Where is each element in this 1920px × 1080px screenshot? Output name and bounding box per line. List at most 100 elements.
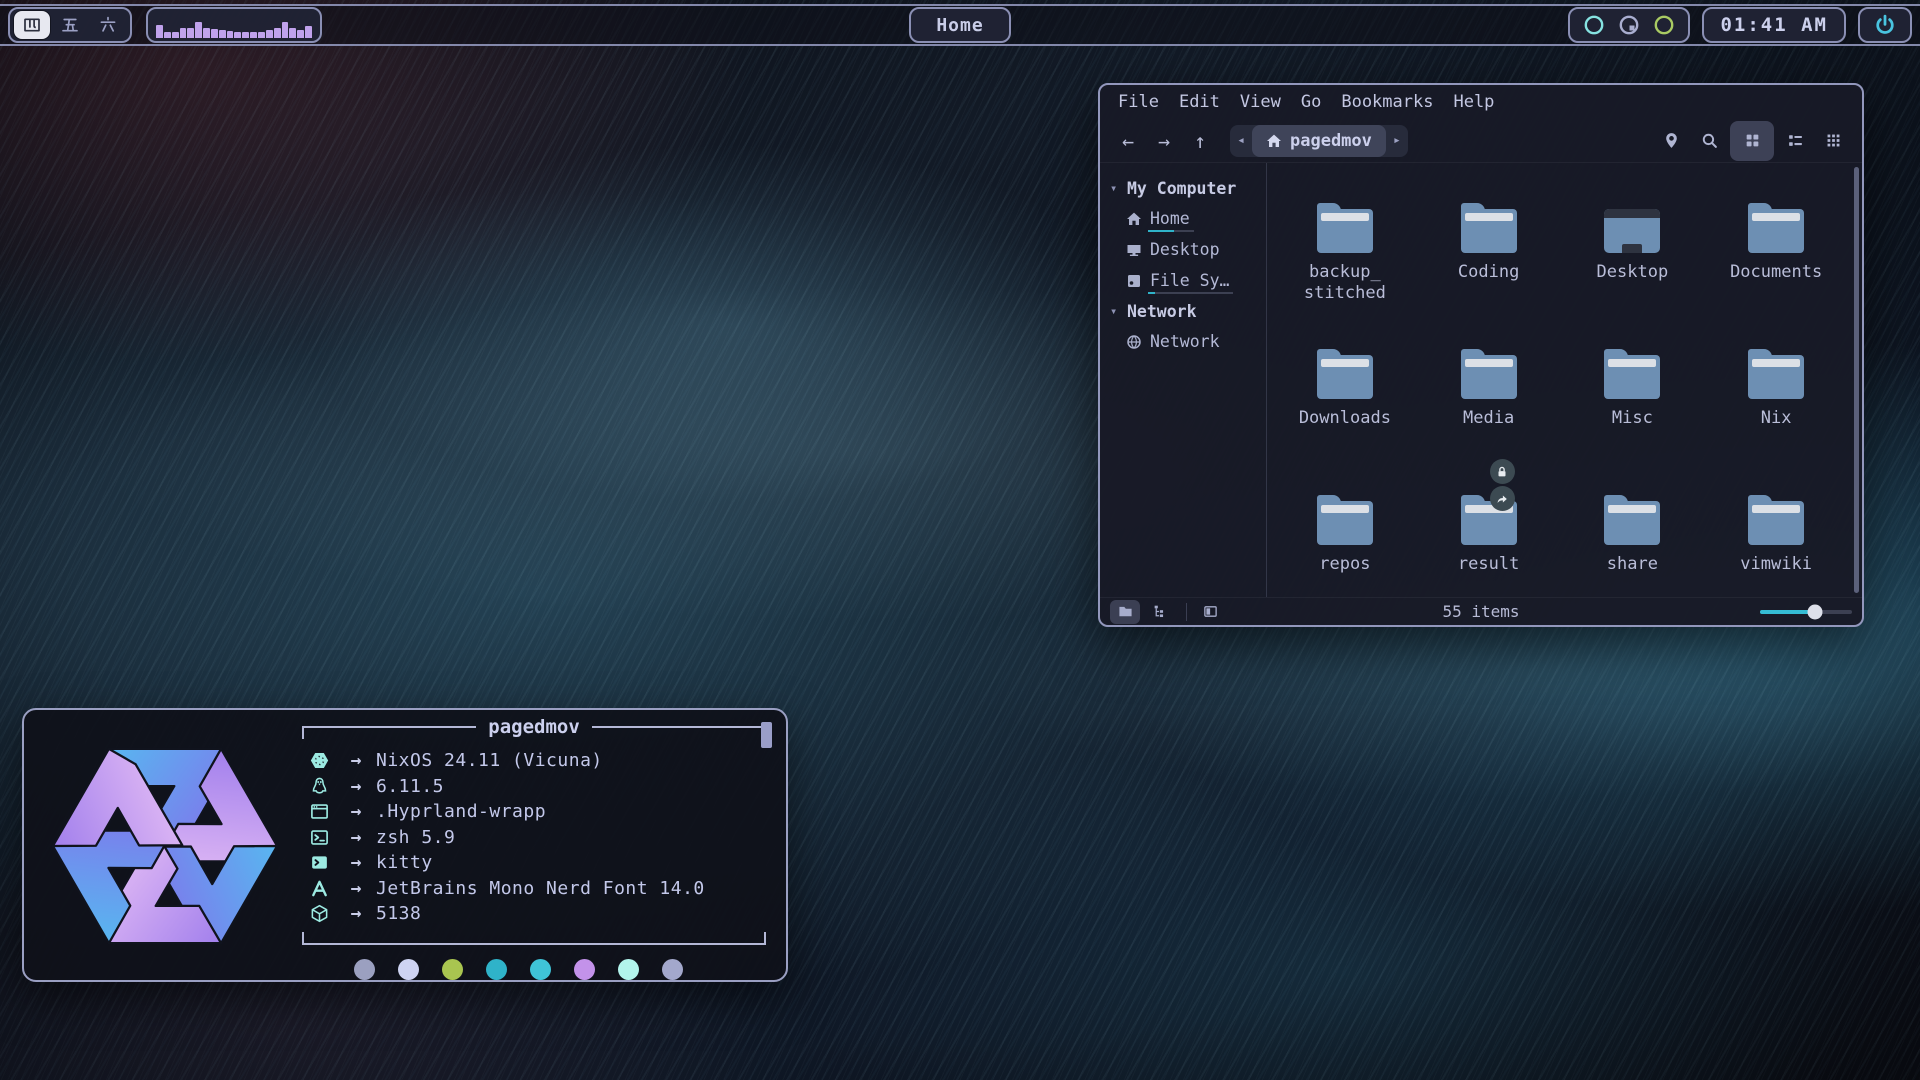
folder-item-misc[interactable]: Misc xyxy=(1561,321,1705,467)
status-circle-cyan-icon[interactable] xyxy=(1583,14,1605,36)
visualizer-bar xyxy=(242,32,249,38)
folder-item-result[interactable]: result xyxy=(1417,467,1561,613)
places-sidebar: ▾My Computer Home Desktop File Sy… ▾NetworkN… xyxy=(1100,163,1267,597)
toggle-sidepane-button[interactable] xyxy=(1195,600,1225,624)
expander-triangle-icon[interactable]: ▾ xyxy=(1110,181,1120,195)
folder-label: Misc xyxy=(1612,408,1653,429)
filesystem-icon xyxy=(1126,273,1142,289)
workspace-button[interactable] xyxy=(90,11,126,39)
places-folder-icon xyxy=(1118,604,1133,619)
lock-emblem xyxy=(1490,459,1515,484)
up-button[interactable]: ↑ xyxy=(1184,126,1216,156)
menu-file[interactable]: File xyxy=(1108,89,1169,115)
back-button[interactable]: ← xyxy=(1112,126,1144,156)
show-places-button[interactable] xyxy=(1110,600,1140,624)
desktop-icon xyxy=(1126,242,1142,258)
sidebar-item-network[interactable]: Network xyxy=(1126,326,1224,357)
folder-icon xyxy=(1317,209,1373,253)
folder-icon xyxy=(1604,501,1660,545)
visualizer-bar xyxy=(305,26,312,38)
arrow-icon: → xyxy=(336,750,376,771)
folder-item-media[interactable]: Media xyxy=(1417,321,1561,467)
fetch-value: NixOS 24.11 (Vicuna) xyxy=(376,750,603,771)
visualizer-bar xyxy=(195,22,202,38)
folder-item-nix[interactable]: Nix xyxy=(1704,321,1848,467)
visualizer-bar xyxy=(219,30,226,38)
folder-item-downloads[interactable]: Downloads xyxy=(1273,321,1417,467)
folder-item-coding[interactable]: Coding xyxy=(1417,175,1561,321)
toolbar: ← → ↑ ◂ pagedmov ▸ xyxy=(1100,119,1862,163)
folder-item-desktop[interactable]: Desktop xyxy=(1561,175,1705,321)
sidebar-item-home[interactable]: Home xyxy=(1126,203,1194,234)
visualizer-bar xyxy=(289,28,296,38)
status-bar: 55 items xyxy=(1100,597,1862,625)
window-icon xyxy=(302,802,336,821)
fetch-value: zsh 5.9 xyxy=(376,827,455,848)
folder-item-backup_stitched[interactable]: backup_ stitched xyxy=(1273,175,1417,321)
status-circle-green-icon[interactable] xyxy=(1653,14,1675,36)
scrollbar[interactable] xyxy=(1854,167,1859,593)
active-window-title[interactable]: Home xyxy=(909,7,1010,43)
path-segment-home[interactable]: pagedmov xyxy=(1252,125,1386,157)
power-icon xyxy=(1874,14,1896,36)
top-status-bar: Home 01:41 AM xyxy=(0,4,1920,46)
search-button[interactable] xyxy=(1692,125,1726,157)
folder-grid: backup_ stitched Coding DesktopDocuments Do… xyxy=(1267,163,1862,597)
visualizer-bar xyxy=(180,28,187,38)
compact-view-button[interactable] xyxy=(1816,125,1850,157)
expander-triangle-icon[interactable]: ▾ xyxy=(1110,304,1120,318)
status-circle-quarter-icon[interactable] xyxy=(1618,14,1640,36)
folder-item-documents[interactable]: Documents xyxy=(1704,175,1848,321)
show-dirtree-button[interactable] xyxy=(1144,600,1174,624)
visualizer-bar xyxy=(274,28,281,38)
fetch-frame-bottom xyxy=(302,931,766,945)
zoom-slider-thumb[interactable] xyxy=(1808,604,1823,619)
folder-item-repos[interactable]: repos xyxy=(1273,467,1417,613)
sidebar-item-label: File Sy… xyxy=(1150,271,1229,290)
menu-help[interactable]: Help xyxy=(1443,89,1504,115)
fetch-row: →JetBrains Mono Nerd Font 14.0 xyxy=(302,876,766,902)
folder-icon xyxy=(1317,355,1373,399)
sidebar-group-network[interactable]: ▾Network xyxy=(1110,296,1266,326)
location-button[interactable] xyxy=(1654,125,1688,157)
symlink-emblem xyxy=(1490,486,1515,511)
forward-button[interactable]: → xyxy=(1148,126,1180,156)
arrow-icon: → xyxy=(336,776,376,797)
path-scroll-left-button[interactable]: ◂ xyxy=(1230,125,1252,157)
menu-edit[interactable]: Edit xyxy=(1169,89,1230,115)
zoom-slider[interactable] xyxy=(1760,604,1852,620)
menu-bar: FileEditViewGoBookmarksHelp xyxy=(1100,85,1862,119)
menu-bookmarks[interactable]: Bookmarks xyxy=(1331,89,1443,115)
folder-item-vimwiki[interactable]: vimwiki xyxy=(1704,467,1848,613)
sidebar-group-my-computer[interactable]: ▾My Computer xyxy=(1110,173,1266,203)
folder-label: Coding xyxy=(1458,262,1519,283)
list-view-button[interactable] xyxy=(1778,125,1812,157)
folder-icon xyxy=(1748,209,1804,253)
fetch-row: →5138 xyxy=(302,901,766,927)
fetch-value: .Hyprland-wrapp xyxy=(376,801,546,822)
palette-color-dot xyxy=(662,959,683,980)
grid-view-icon xyxy=(1744,132,1761,149)
folder-label: Nix xyxy=(1761,408,1792,429)
sidebar-item-desktop[interactable]: Desktop xyxy=(1126,234,1224,265)
sidebar-item-filesy[interactable]: File Sy… xyxy=(1126,265,1233,296)
clock[interactable]: 01:41 AM xyxy=(1702,7,1846,43)
sidebar-item-label: Home xyxy=(1150,209,1190,228)
zoom-slider-track[interactable] xyxy=(1760,610,1852,614)
desktop-folder-icon xyxy=(1604,209,1660,253)
icon-view-button[interactable] xyxy=(1730,121,1774,161)
path-scroll-right-button[interactable]: ▸ xyxy=(1386,125,1408,157)
menu-view[interactable]: View xyxy=(1230,89,1291,115)
arrow-icon: → xyxy=(336,878,376,899)
visualizer-bar xyxy=(211,29,218,38)
menu-go[interactable]: Go xyxy=(1291,89,1331,115)
folder-item-share[interactable]: share xyxy=(1561,467,1705,613)
power-button[interactable] xyxy=(1858,7,1912,43)
workspace-button[interactable] xyxy=(52,11,88,39)
arrow-icon: → xyxy=(336,801,376,822)
home-icon xyxy=(1266,133,1282,149)
list-view-icon xyxy=(1787,132,1804,149)
arrow-icon: → xyxy=(336,903,376,924)
sidebar-item-label: Desktop xyxy=(1150,240,1220,259)
workspace-button[interactable] xyxy=(14,11,50,39)
